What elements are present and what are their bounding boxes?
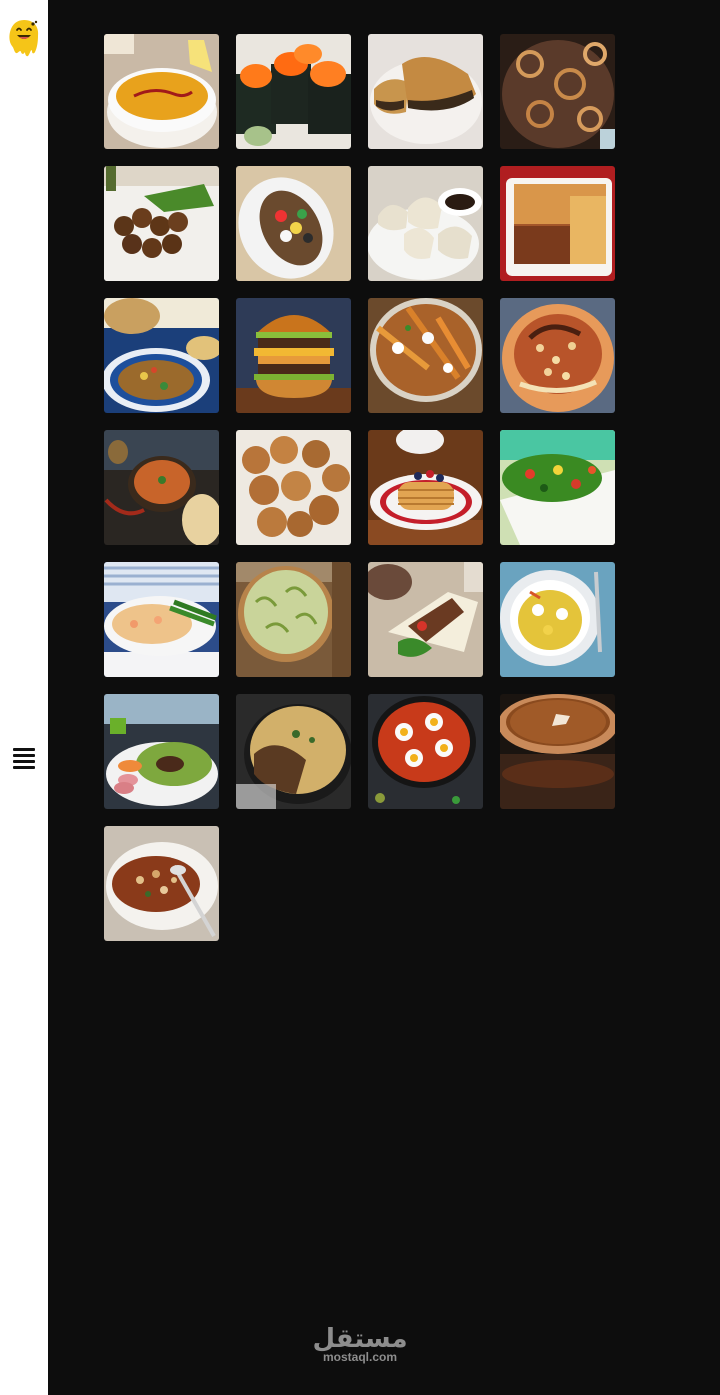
falafel-image[interactable] [104,166,219,281]
sushi-image[interactable] [236,34,351,149]
watermark-arabic: مستقل [312,1324,408,1354]
shawarma-wrap-image[interactable] [368,562,483,677]
quiche-image[interactable] [236,562,351,677]
watermark-latin: mostaql.com [322,1350,397,1364]
melting-smiley-icon[interactable] [8,18,40,58]
egg-rice-image[interactable] [500,562,615,677]
watermark: مستقل mostaql.com [310,1325,410,1364]
liver-onions-image[interactable] [500,34,615,149]
stuffed-potato-image[interactable] [236,166,351,281]
peas-sausage-image[interactable] [104,694,219,809]
pancakes-image[interactable] [368,430,483,545]
lentil-soup-image[interactable] [104,34,219,149]
food-gallery [104,34,615,941]
sidebar [0,0,48,1395]
shakshuka-image[interactable] [368,694,483,809]
burger-image[interactable] [236,298,351,413]
dumplings-image[interactable] [368,166,483,281]
pumpkin-pie-image[interactable] [500,694,615,809]
salad-image[interactable] [500,430,615,545]
hamburger-menu-icon[interactable] [13,748,35,770]
vegetable-stew-image[interactable] [104,298,219,413]
bean-soup-image[interactable] [104,826,219,941]
fish-pie-image[interactable] [104,562,219,677]
fried-dough-image[interactable] [236,430,351,545]
skillet-pie-image[interactable] [236,694,351,809]
hawawshi-image[interactable] [368,34,483,149]
koshari-image[interactable] [500,298,615,413]
loaded-fries-image[interactable] [368,298,483,413]
curry-image[interactable] [104,430,219,545]
lasagna-image[interactable] [500,166,615,281]
